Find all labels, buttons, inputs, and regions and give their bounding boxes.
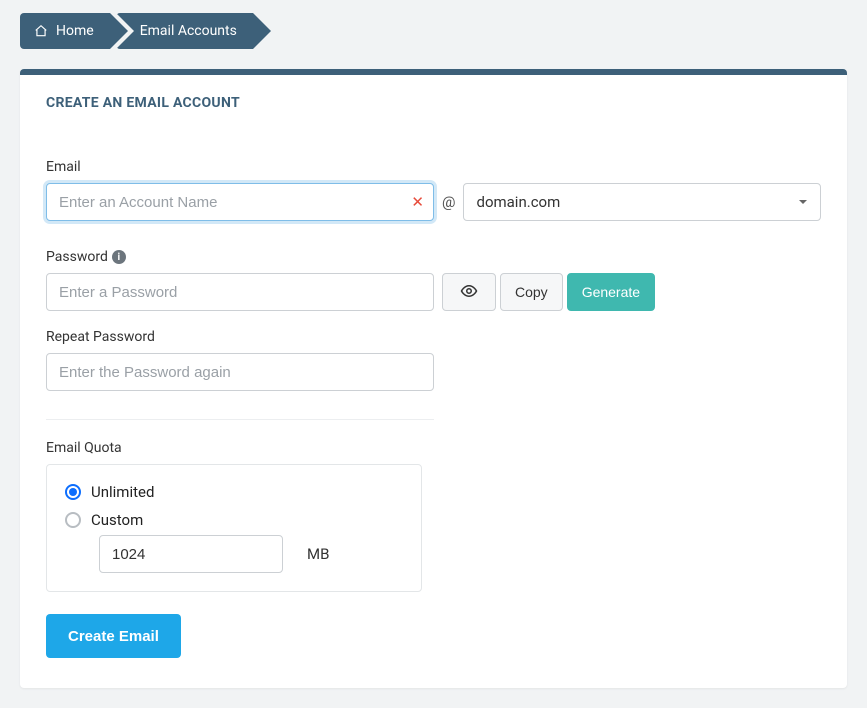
password-label: Password i xyxy=(46,249,821,265)
quota-unlimited-label: Unlimited xyxy=(91,483,154,501)
quota-unit: MB xyxy=(307,545,329,563)
eye-icon xyxy=(460,282,478,303)
email-label: Email xyxy=(46,159,821,175)
create-email-card: CREATE AN EMAIL ACCOUNT Email ✕ @ domain… xyxy=(20,69,847,688)
repeat-password-label: Repeat Password xyxy=(46,329,821,345)
generate-password-button[interactable]: Generate xyxy=(567,273,655,311)
email-quota-label: Email Quota xyxy=(46,440,821,456)
quota-unlimited-radio[interactable] xyxy=(65,484,81,500)
email-account-input[interactable] xyxy=(46,183,434,221)
domain-select[interactable]: domain.com xyxy=(463,183,821,221)
password-input[interactable] xyxy=(46,273,434,311)
clear-icon[interactable]: ✕ xyxy=(411,193,424,211)
breadcrumb-home[interactable]: Home xyxy=(20,13,110,49)
card-title: CREATE AN EMAIL ACCOUNT xyxy=(46,95,821,111)
create-email-button[interactable]: Create Email xyxy=(46,614,181,658)
breadcrumb-email-accounts-label: Email Accounts xyxy=(140,23,237,39)
password-input-wrap xyxy=(46,273,434,311)
breadcrumb-home-label: Home xyxy=(56,23,94,39)
breadcrumb-email-accounts[interactable]: Email Accounts xyxy=(116,13,253,49)
at-symbol: @ xyxy=(440,193,457,211)
toggle-password-visibility-button[interactable] xyxy=(442,273,496,311)
quota-custom-radio[interactable] xyxy=(65,512,81,528)
copy-password-button[interactable]: Copy xyxy=(500,273,563,311)
divider xyxy=(46,419,434,420)
domain-selected-value: domain.com xyxy=(476,193,560,211)
quota-custom-value-input[interactable] xyxy=(99,535,283,573)
info-icon[interactable]: i xyxy=(112,250,126,264)
home-icon xyxy=(34,24,48,38)
email-quota-box: Unlimited Custom MB xyxy=(46,464,422,592)
email-input-wrap: ✕ xyxy=(46,183,434,221)
chevron-down-icon xyxy=(798,193,808,211)
repeat-password-input[interactable] xyxy=(46,353,434,391)
quota-custom-label: Custom xyxy=(91,511,143,529)
breadcrumb: Home Email Accounts xyxy=(0,0,867,49)
